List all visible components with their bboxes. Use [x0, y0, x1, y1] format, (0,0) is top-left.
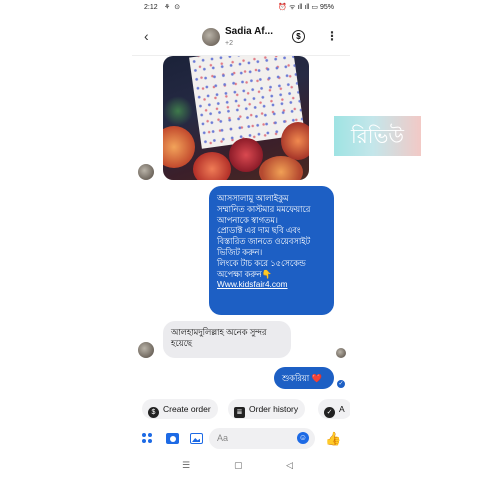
chat-header: ‹ Sadia Af... +2 $ ⋮ [132, 20, 350, 56]
home-icon[interactable]: ▢ [234, 460, 243, 471]
recents-icon[interactable]: ☰ [182, 460, 190, 471]
sender-avatar [138, 342, 154, 358]
emoji-icon[interactable]: ☺ [297, 432, 309, 444]
contact-name[interactable]: Sadia Af... [225, 26, 273, 37]
reply-text: শুকরিয়া [282, 373, 310, 383]
photo-flower [229, 138, 263, 172]
check-circle-icon: ✓ [324, 407, 335, 418]
message-line: ভিজিট করুন। [217, 246, 263, 257]
review-label-badge: রিভিউ [334, 116, 421, 156]
like-thumb-icon[interactable]: 👍 [325, 431, 341, 447]
avatar[interactable] [202, 28, 220, 46]
signal-icons: ⏰ ᯤ ıll ıll ▭ [278, 4, 319, 11]
photo-message[interactable] [163, 56, 309, 180]
back-arrow-icon[interactable]: ‹ [144, 28, 149, 44]
contact-subtitle: +2 [225, 40, 233, 47]
status-bar: 2:12 ⚘ ⊙ ⏰ ᯤ ıll ıll ▭ 95% [132, 0, 350, 16]
photo-flower [163, 126, 195, 168]
apps-grid-icon[interactable] [142, 433, 154, 445]
message-line: লিংকে টাচ করে ১৫সেকেন্ড [217, 257, 306, 268]
website-link[interactable]: Www.kidsfair4.com [217, 279, 326, 290]
delivered-check-icon: ✓ [337, 380, 345, 388]
sender-avatar [138, 164, 154, 180]
gallery-icon[interactable] [190, 433, 203, 444]
system-icons: ⏰ ᯤ ıll ıll ▭ 95% [278, 3, 334, 12]
create-order-button[interactable]: $ Create order [142, 399, 218, 419]
more-actions-button[interactable]: ✓ A [318, 399, 350, 419]
message-line: আপনাকে স্বাগতম। [217, 214, 278, 225]
message-line: আসসালামু আলাইকুম [217, 193, 289, 203]
message-composer: Aa ☺ 👍 [132, 426, 350, 452]
chip-label: Create order [163, 404, 211, 414]
message-line: হয়েছে [171, 338, 192, 348]
photo-flower [193, 152, 231, 180]
message-line: প্রোডাক্ট এর দাম ছবি এবং [217, 225, 301, 236]
camera-icon[interactable] [166, 433, 179, 444]
input-placeholder: Aa [217, 433, 229, 443]
battery-level: 95% [319, 4, 334, 11]
payment-dollar-icon[interactable]: $ [292, 30, 305, 43]
dollar-icon: $ [148, 407, 159, 418]
sent-reply-bubble[interactable]: শুকরিয়া ❤️ [274, 367, 334, 389]
quick-actions-bar: $ Create order ≣ Order history ✓ A [132, 399, 350, 421]
more-options-icon[interactable]: ⋮ [326, 29, 338, 43]
message-line: আলহামদুলিল্লাহ অনেক সুন্দর [171, 327, 267, 337]
message-input[interactable]: Aa ☺ [209, 428, 315, 449]
review-label: রিভিউ [351, 124, 404, 148]
sent-message-bubble[interactable]: আসসালামু আলাইকুম সম্মানিত কাস্টমার মমফেয… [209, 186, 334, 315]
received-message-bubble[interactable]: আলহামদুলিল্লাহ অনেক সুন্দর হয়েছে [163, 321, 291, 358]
system-nav-bar: ☰ ▢ ◁ [132, 458, 350, 476]
chip-label: A [339, 404, 345, 414]
heart-icon: ❤️ [311, 373, 322, 383]
order-history-button[interactable]: ≣ Order history [228, 399, 306, 419]
message-line: সম্মানিত কাস্টমার মমফেয়ারে [217, 203, 311, 214]
receipt-icon: ≣ [234, 407, 245, 418]
photo-flower [281, 122, 309, 160]
nav-back-icon[interactable]: ◁ [286, 460, 293, 471]
message-line: অপেক্ষা করুন👇 [217, 268, 273, 279]
photo-leaf [163, 96, 193, 126]
status-time: 2:12 [144, 4, 158, 11]
read-receipt-avatar [336, 348, 346, 358]
message-line: বিস্তারিত জানতে ওয়েবসাইট [217, 236, 311, 247]
notification-icons: ⚘ ⊙ [164, 4, 182, 11]
messenger-screen: 2:12 ⚘ ⊙ ⏰ ᯤ ıll ıll ▭ 95% ‹ Sadia Af...… [132, 0, 350, 480]
chip-label: Order history [249, 404, 299, 414]
